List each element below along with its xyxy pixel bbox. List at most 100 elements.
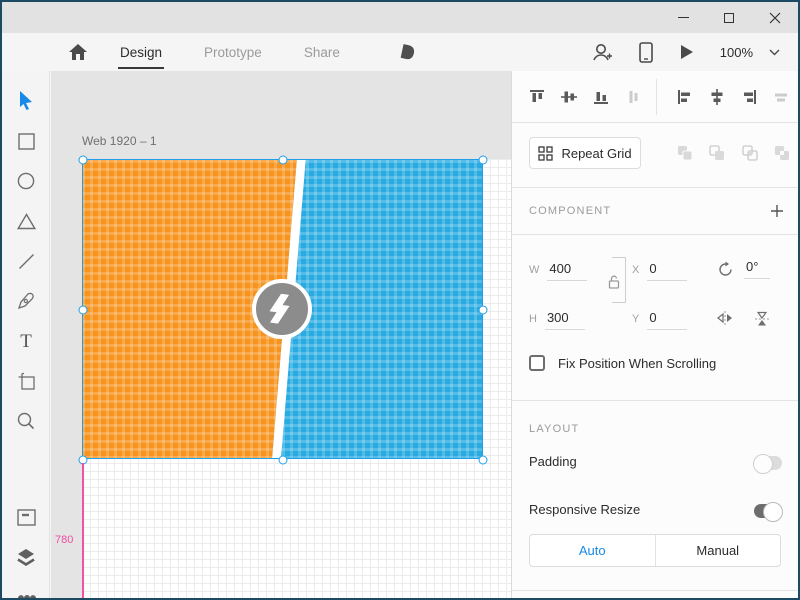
pen-icon [17,292,35,310]
layers-panel-button[interactable] [2,540,50,574]
boolean-intersect-button[interactable] [741,144,759,162]
y-field[interactable]: Y 0 [632,310,687,330]
tool-text[interactable]: T [2,324,50,358]
align-top-button[interactable] [528,88,546,106]
preview-play-button[interactable] [679,33,694,71]
fix-position-checkbox[interactable] [529,355,545,371]
boolean-add-button[interactable] [676,144,694,162]
rotation-icon [717,261,734,278]
flip-vertical-button[interactable] [754,311,770,327]
distribute-vertical-button[interactable] [624,88,642,106]
zoom-control[interactable]: 100% [720,45,780,60]
tool-artboard[interactable] [2,364,50,398]
artboard[interactable] [82,159,513,598]
plus-icon [770,204,784,218]
y-label: Y [632,313,639,325]
layout-section-header: LAYOUT [529,423,579,435]
layers-icon [16,548,36,566]
responsive-resize-label: Responsive Resize [529,502,640,517]
title-bar [2,2,798,33]
magnifier-icon [17,412,35,430]
height-field[interactable]: H 300 [529,310,585,330]
plugins-panel-button[interactable] [2,585,50,598]
tool-ellipse[interactable] [2,164,50,198]
x-value[interactable]: 0 [647,261,687,281]
canvas[interactable]: Web 1920 – 1 [51,71,513,598]
menu-button[interactable] [18,33,40,71]
resize-manual-option[interactable]: Manual [656,535,781,566]
document-status-icon [400,33,415,71]
width-value[interactable]: 400 [547,261,587,281]
align-left-icon [677,89,693,105]
height-value[interactable]: 300 [545,310,585,330]
boolean-exclude-button[interactable] [773,144,791,162]
home-icon [68,43,88,61]
viewport-height-value: 780 [55,534,73,546]
align-toolbar [512,71,798,122]
close-button[interactable] [752,2,798,33]
responsive-resize-toggle[interactable] [754,504,782,518]
flip-horizontal-button[interactable] [717,311,733,325]
rectangle-icon [18,133,35,150]
align-bottom-icon [593,89,609,105]
rotation-field[interactable]: 0° [717,259,770,279]
artboard-icon [17,372,36,391]
maximize-icon [724,13,734,23]
device-preview-button[interactable] [639,33,653,71]
align-right-button[interactable] [740,88,758,106]
artboard-title[interactable]: Web 1920 – 1 [82,134,157,148]
add-component-button[interactable] [770,204,784,218]
tool-select[interactable] [2,83,50,117]
resize-auto-option[interactable]: Auto [530,535,656,566]
align-middle-icon [561,89,577,105]
app-toolbar: Design Prototype Share [2,33,798,71]
image-logo-badge [252,279,312,339]
home-button[interactable] [68,33,88,71]
boolean-exclude-icon [773,144,791,162]
tab-design[interactable]: Design [120,33,162,71]
plugins-puzzle-icon [16,595,36,598]
fix-position-label: Fix Position When Scrolling [558,356,716,371]
distribute-horizontal-button[interactable] [772,88,790,106]
invite-button[interactable] [591,33,613,71]
align-left-button[interactable] [676,88,694,106]
width-field[interactable]: W 400 [529,261,587,281]
lock-aspect-button[interactable] [608,273,620,291]
ellipse-icon [17,172,35,190]
close-icon [769,12,781,24]
maximize-button[interactable] [706,2,752,33]
flip-vertical-icon [754,311,770,327]
align-middle-button[interactable] [560,88,578,106]
padding-toggle[interactable] [754,456,782,470]
fix-position-row[interactable]: Fix Position When Scrolling [529,355,716,371]
y-value[interactable]: 0 [647,310,687,330]
rotation-value[interactable]: 0° [744,259,770,279]
boolean-add-icon [676,144,694,162]
tool-polygon[interactable] [2,204,50,238]
padding-label: Padding [529,454,577,469]
tool-pen[interactable] [2,284,50,318]
boolean-subtract-button[interactable] [708,144,726,162]
align-center-button[interactable] [708,88,726,106]
x-field[interactable]: X 0 [632,261,687,281]
placeholder-image[interactable] [82,159,483,459]
mode-tabs: Design Prototype Share [120,33,340,71]
logo-glyph-icon [269,294,295,324]
boolean-subtract-icon [708,144,726,162]
repeat-grid-icon [538,146,553,161]
select-cursor-icon [18,91,34,110]
tool-zoom[interactable] [2,404,50,438]
minimize-button[interactable] [660,2,706,33]
tab-share[interactable]: Share [304,33,340,71]
line-icon [18,253,35,270]
tool-rectangle[interactable] [2,124,50,158]
assets-panel-button[interactable] [2,500,50,534]
tool-line[interactable] [2,244,50,278]
align-bottom-button[interactable] [592,88,610,106]
tool-rail: T [2,71,50,598]
user-add-icon [591,42,613,62]
component-section-header: COMPONENT [529,205,611,217]
repeat-grid-button[interactable]: Repeat Grid [529,137,641,169]
flip-horizontal-icon [717,311,733,325]
tab-prototype[interactable]: Prototype [204,33,262,71]
